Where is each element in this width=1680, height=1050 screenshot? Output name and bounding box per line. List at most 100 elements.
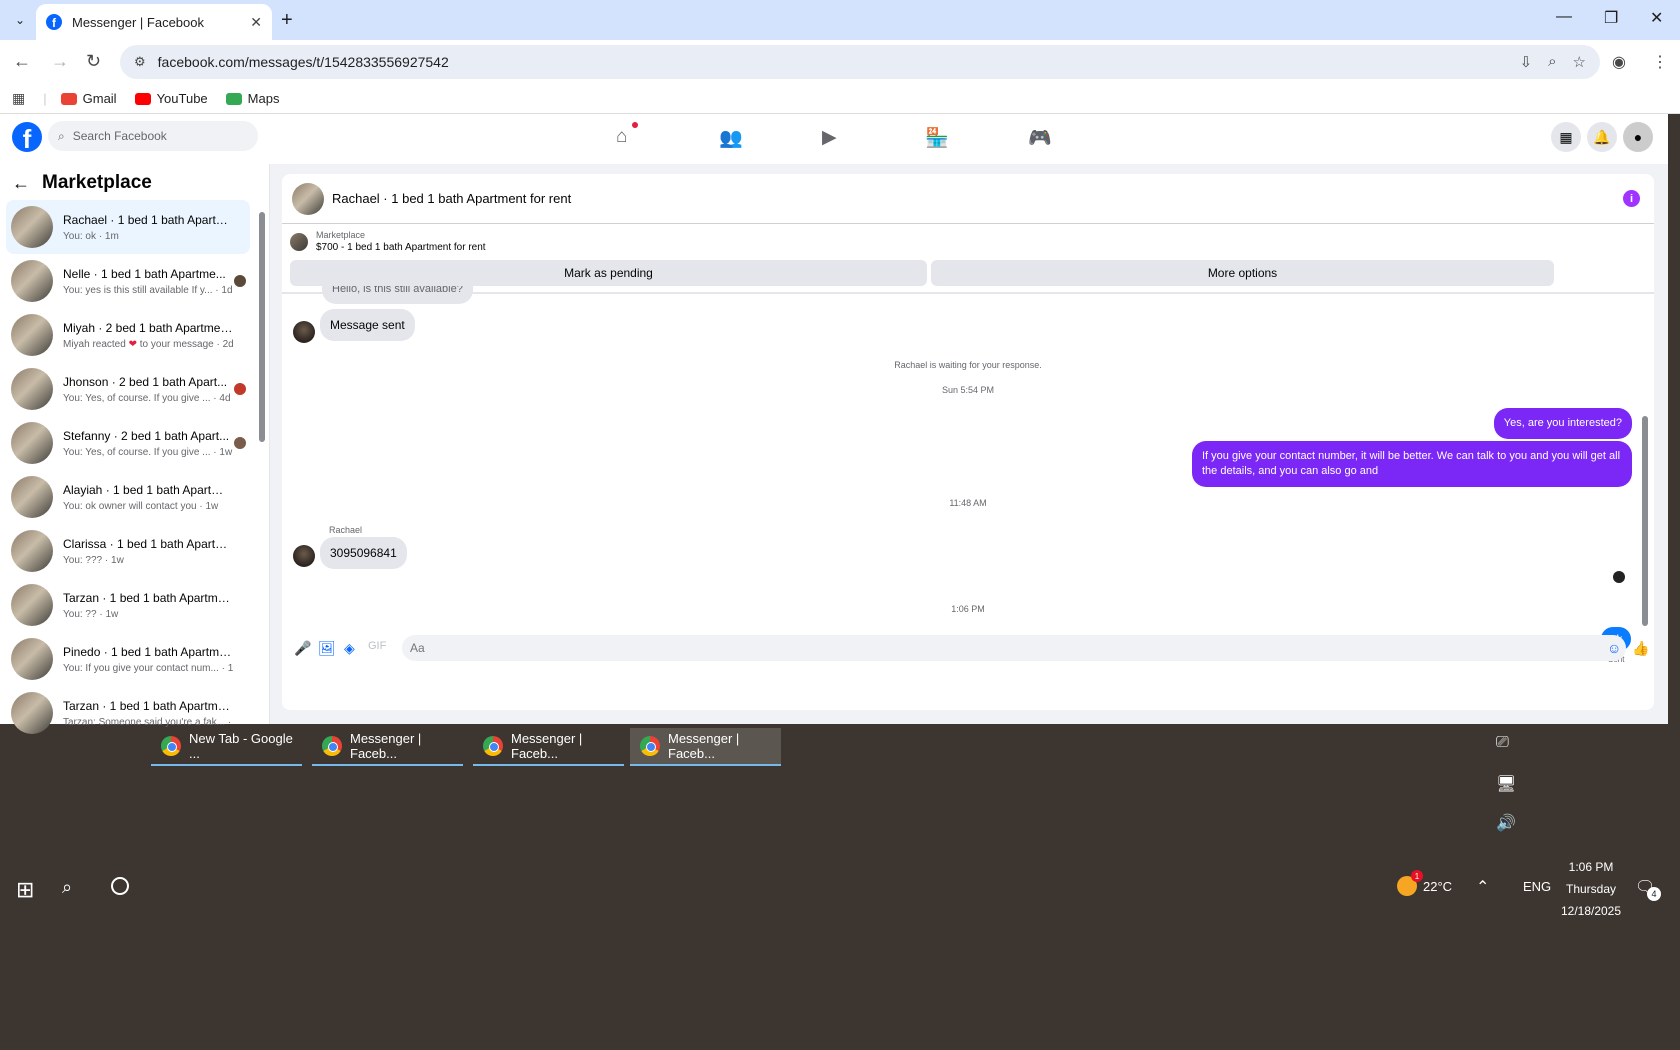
marketplace-icon[interactable]: 🏪 [925, 126, 949, 150]
bookmark-label: YouTube [156, 91, 208, 106]
microphone-icon[interactable]: 🎤 [294, 640, 311, 657]
conversation-item[interactable]: Nelle · 1 bed 1 bath Apartme... You: yes… [6, 254, 250, 308]
tab-title: Messenger | Facebook [72, 14, 204, 30]
profile-icon[interactable]: ◉ [1612, 52, 1626, 72]
conversation-name: Miyah · 2 bed 1 bath Apartment... [63, 320, 233, 335]
bookmark-label: Maps [247, 91, 280, 106]
listing-thumbnail [11, 584, 53, 626]
cortana-icon[interactable] [111, 877, 129, 895]
taskbar-app-messenger[interactable]: Messenger | Faceb... [312, 728, 463, 766]
minimize-icon[interactable]: — [1556, 8, 1572, 26]
conversation-item[interactable]: Stefanny · 2 bed 1 bath Apart... You: Ye… [6, 416, 250, 470]
forward-icon[interactable]: → [51, 51, 69, 72]
browser-tab-bar: ⌄ f Messenger | Facebook ✕ + — ❐ ✕ [0, 0, 1680, 40]
reload-icon[interactable]: ↻ [86, 51, 101, 72]
conversation-item[interactable]: Miyah · 2 bed 1 bath Apartment... Miyah … [6, 308, 250, 362]
conversation-preview: You: Yes, of course. If you give ... · 4… [63, 392, 231, 404]
sticker-icon[interactable]: ◈ [344, 640, 355, 657]
seen-avatar [234, 437, 246, 449]
chat-title[interactable]: Rachael · 1 bed 1 bath Apartment for ren… [332, 191, 571, 206]
bookmark-youtube[interactable]: YouTube [134, 91, 208, 106]
taskbar-search-icon[interactable]: ⌕ [62, 877, 72, 898]
menu-grid-icon[interactable]: ▦ [1551, 122, 1581, 152]
listing-thumbnail [11, 638, 53, 680]
timestamp: 11:48 AM [949, 498, 987, 508]
taskbar-app-messenger[interactable]: Messenger | Faceb... [473, 728, 624, 766]
taskbar-clock[interactable]: 1:06 PM Thursday 12/18/2025 [1556, 856, 1626, 922]
conversation-name: Pinedo · 1 bed 1 bath Apartmen... [63, 644, 233, 659]
emoji-icon[interactable]: ☺ [1607, 640, 1621, 656]
listing-thumbnail [11, 206, 53, 248]
menu-icon[interactable]: ⋮ [1652, 52, 1668, 72]
facebook-search-input[interactable]: ⌕ Search Facebook [48, 121, 258, 151]
home-icon[interactable]: ⌂ [616, 126, 627, 148]
conversation-item[interactable]: Tarzan · 1 bed 1 bath Apartment... You: … [6, 578, 250, 632]
apps-grid-icon[interactable]: ▦ [12, 90, 25, 107]
taskbar-app-label: Messenger | Faceb... [511, 731, 583, 761]
conversation-item[interactable]: Jhonson · 2 bed 1 bath Apart... You: Yes… [6, 362, 250, 416]
message-composer: 🎤 🖼 ◈ GIF ☺ 👍 [282, 628, 1654, 668]
friends-icon[interactable]: 👥 [719, 126, 743, 150]
windows-start-icon[interactable]: ⊞ [16, 877, 34, 903]
sender-name: Rachael [329, 525, 363, 535]
chat-scrollbar[interactable] [1640, 294, 1650, 634]
close-window-icon[interactable]: ✕ [1650, 8, 1663, 28]
watch-icon[interactable]: ▶ [822, 126, 837, 149]
photo-icon[interactable]: 🖼 [318, 640, 336, 657]
back-icon[interactable]: ← [13, 51, 31, 72]
thumbs-up-icon[interactable]: 👍 [1632, 640, 1649, 657]
tab-close-icon[interactable]: ✕ [250, 14, 262, 31]
taskbar-app-new-tab[interactable]: New Tab - Google ... [151, 728, 302, 766]
seen-avatar [1613, 571, 1625, 583]
back-arrow-icon[interactable]: ← [12, 173, 30, 194]
browser-tab[interactable]: f Messenger | Facebook ✕ [36, 4, 272, 40]
install-icon[interactable]: ⇩ [1520, 53, 1533, 71]
meet-now-icon[interactable]: ⎚ [1496, 734, 1509, 752]
facebook-logo-icon[interactable]: f [12, 122, 42, 152]
conversation-name: Tarzan · 1 bed 1 bath Apartment... [63, 698, 233, 713]
weather-widget[interactable]: 1 22°C [1397, 870, 1452, 896]
listing-card[interactable]: Marketplace $700 - 1 bed 1 bath Apartmen… [290, 230, 486, 253]
mark-pending-button[interactable]: Mark as pending [290, 260, 927, 286]
network-icon[interactable]: 🖥 [1496, 774, 1516, 794]
conversation-preview: You: ??? · 1w [63, 554, 124, 566]
bookmark-gmail[interactable]: Gmail [60, 91, 117, 106]
pane-title: Marketplace [42, 172, 152, 193]
facebook-top-nav: f ⌕ Search Facebook ⌂ 👥 ▶ 🏪 🎮 ▦ 🔔 ● [0, 114, 1668, 164]
bookmark-star-icon[interactable]: ☆ [1573, 53, 1586, 71]
gif-icon[interactable]: GIF [368, 640, 386, 652]
rachael-avatar [293, 545, 315, 567]
tab-search-chevron-icon[interactable]: ⌄ [8, 8, 32, 32]
language-indicator[interactable]: ENG [1523, 879, 1551, 894]
conversation-name: Jhonson · 2 bed 1 bath Apart... [63, 374, 228, 389]
restore-icon[interactable]: ❐ [1604, 8, 1618, 28]
info-icon[interactable]: i [1623, 190, 1640, 207]
chat-avatar[interactable] [292, 182, 324, 215]
conversation-item[interactable]: Rachael · 1 bed 1 bath Apartme... You: o… [6, 200, 250, 254]
zoom-icon[interactable]: ⌕ [1548, 53, 1556, 71]
volume-icon[interactable]: 🔊 [1496, 813, 1516, 833]
gaming-icon[interactable]: 🎮 [1028, 126, 1052, 150]
conversation-scrollbar[interactable] [258, 200, 266, 720]
account-avatar[interactable]: ● [1623, 122, 1653, 152]
bookmark-maps[interactable]: Maps [225, 91, 280, 106]
conversation-item[interactable]: Clarissa · 1 bed 1 bath Apartme... You: … [6, 524, 250, 578]
chevron-up-icon[interactable]: ⌃ [1476, 877, 1489, 897]
site-info-icon[interactable]: ⚙ [134, 54, 146, 70]
conversation-item[interactable]: Pinedo · 1 bed 1 bath Apartmen... You: I… [6, 632, 250, 686]
more-options-button[interactable]: More options [931, 260, 1554, 286]
conversation-name: Clarissa · 1 bed 1 bath Apartme... [63, 536, 233, 551]
maps-icon [225, 92, 242, 105]
scrollbar-thumb[interactable] [1642, 416, 1648, 626]
scrollbar-thumb[interactable] [259, 212, 265, 442]
taskbar-app-messenger-active[interactable]: Messenger | Faceb... [630, 728, 781, 766]
conversation-item[interactable]: Alayiah · 1 bed 1 bath Apartmen... You: … [6, 470, 250, 524]
taskbar-app-label: Messenger | Faceb... [668, 731, 740, 761]
search-placeholder: Search Facebook [72, 129, 167, 143]
message-input[interactable] [402, 635, 1626, 661]
address-bar[interactable]: ⚙ facebook.com/messages/t/15428335569275… [120, 45, 1600, 79]
new-tab-icon[interactable]: + [281, 9, 293, 32]
listing-thumbnail [11, 260, 53, 302]
notifications-bell-icon[interactable]: 🔔 [1587, 122, 1617, 152]
conversation-preview: You: Yes, of course. If you give ... · 1… [63, 446, 233, 458]
